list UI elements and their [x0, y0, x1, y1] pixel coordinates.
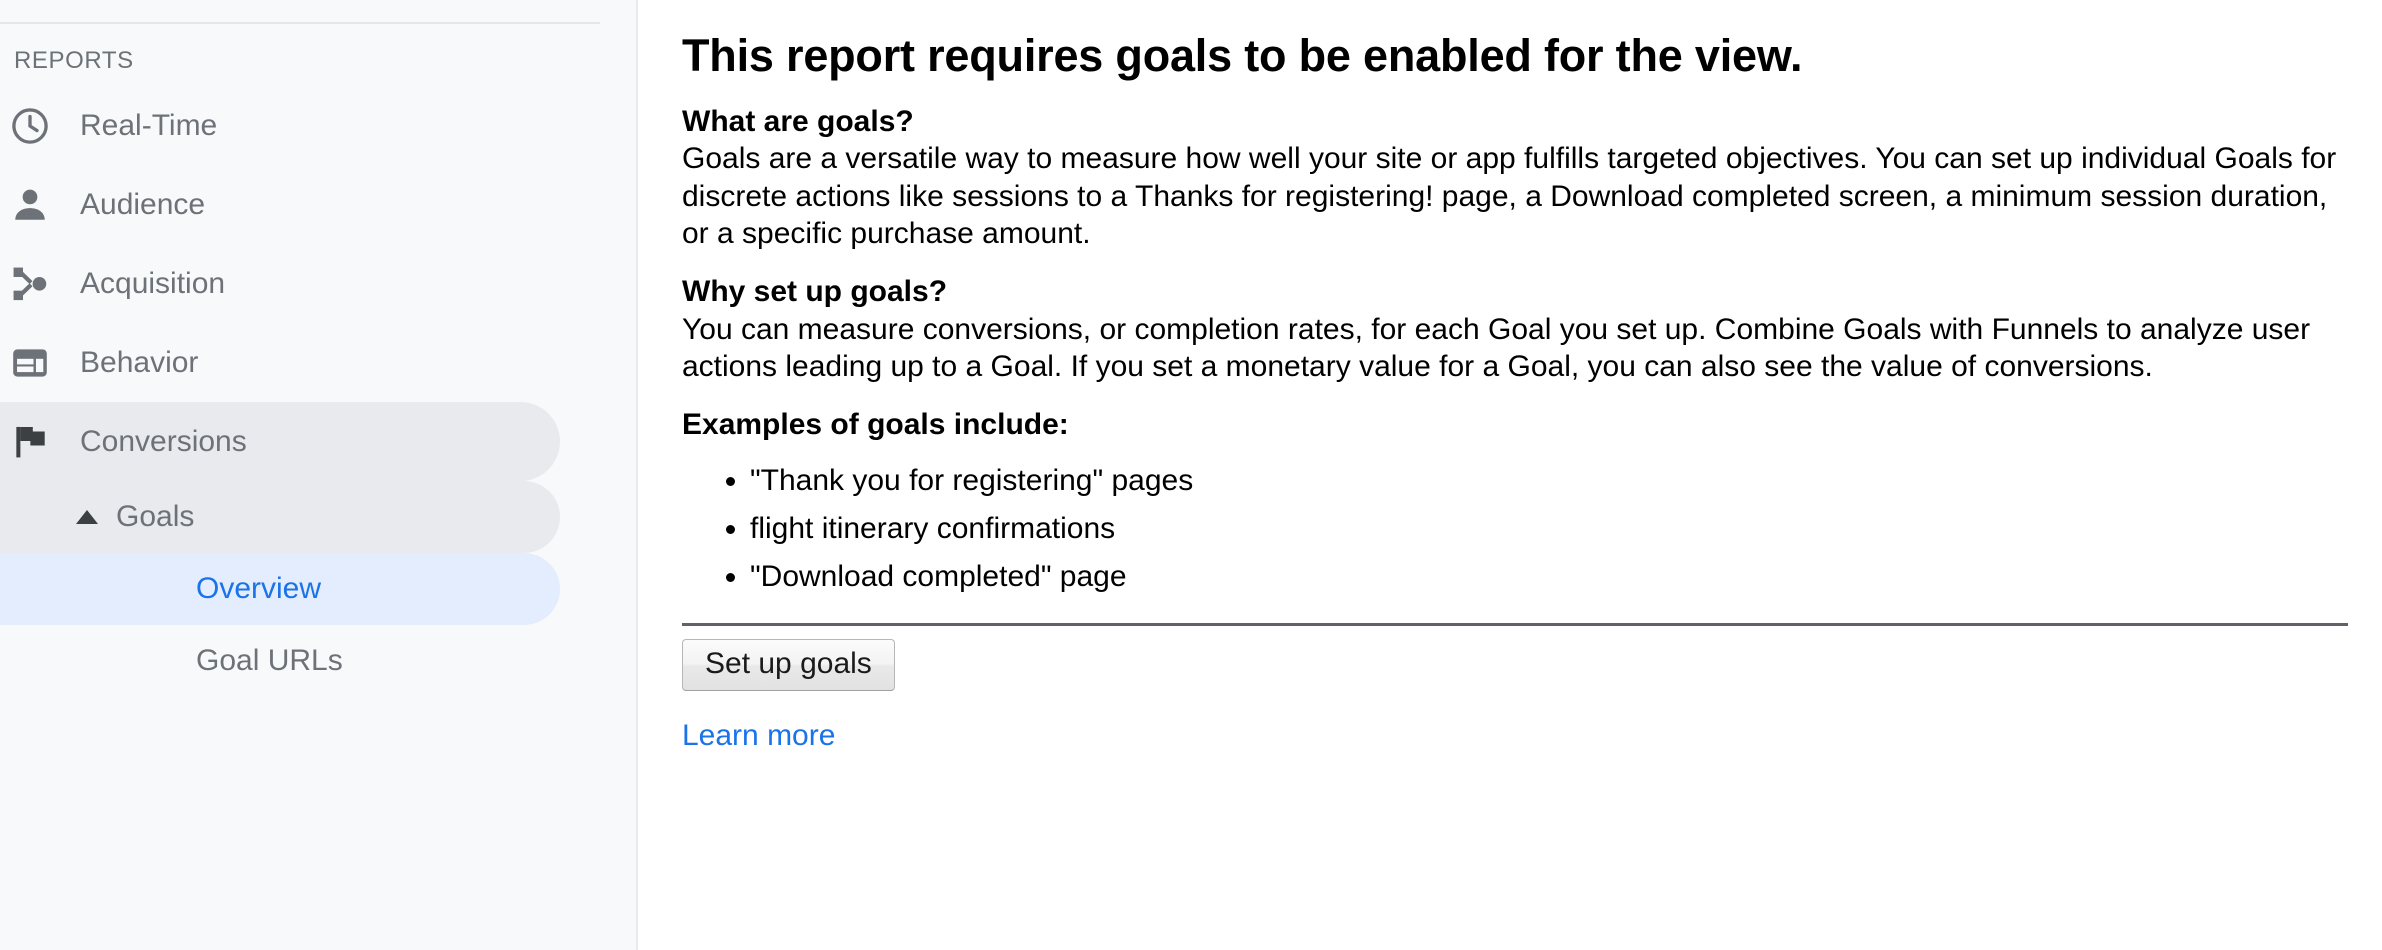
section-heading-why-set-up-goals: Why set up goals?	[682, 274, 948, 308]
section-heading-what-are-goals: What are goals?	[682, 104, 914, 138]
list-item: "Download completed" page	[750, 553, 2348, 601]
sidebar-item-audience[interactable]: Audience	[0, 165, 560, 244]
action-row: Set up goals	[682, 639, 2348, 691]
sidebar-item-label: Overview	[196, 572, 322, 605]
examples-list: "Thank you for registering" pages flight…	[682, 457, 2348, 601]
set-up-goals-button[interactable]: Set up goals	[682, 639, 895, 691]
list-item: "Thank you for registering" pages	[750, 457, 2348, 505]
behavior-icon	[8, 341, 52, 385]
page-title: This report requires goals to be enabled…	[682, 30, 1803, 81]
sidebar: REPORTS Real-Time Audience Acquisition B…	[0, 0, 638, 950]
section-body-why-set-up-goals: You can measure conversions, or completi…	[682, 312, 2311, 383]
sidebar-item-conversions[interactable]: Conversions	[0, 402, 560, 481]
sidebar-item-goal-urls[interactable]: Goal URLs	[0, 625, 560, 697]
sidebar-item-goals[interactable]: Goals	[0, 481, 560, 553]
sidebar-item-label: Goal URLs	[196, 644, 343, 677]
sidebar-item-acquisition[interactable]: Acquisition	[0, 244, 560, 323]
main-content: This report requires goals to be enabled…	[638, 0, 2382, 950]
sidebar-item-label: Conversions	[80, 424, 247, 458]
sidebar-item-label: Behavior	[80, 345, 199, 379]
acquisition-icon	[8, 262, 52, 306]
flag-icon	[8, 420, 52, 464]
sidebar-item-label: Goals	[116, 500, 195, 533]
sidebar-item-behavior[interactable]: Behavior	[0, 323, 560, 402]
clock-icon	[8, 104, 52, 148]
sidebar-item-real-time[interactable]: Real-Time	[0, 86, 560, 165]
sidebar-item-label: Acquisition	[80, 266, 226, 300]
learn-more-link[interactable]: Learn more	[682, 719, 835, 753]
section-heading-examples: Examples of goals include:	[682, 407, 1069, 441]
caret-up-icon[interactable]	[0, 510, 116, 524]
person-icon	[8, 183, 52, 227]
sidebar-item-overview[interactable]: Overview	[0, 553, 560, 625]
section-body-what-are-goals: Goals are a versatile way to measure how…	[682, 142, 2337, 250]
sidebar-nav: Real-Time Audience Acquisition Behavior …	[0, 86, 636, 697]
list-item: flight itinerary confirmations	[750, 505, 2348, 553]
sidebar-item-label: Audience	[80, 187, 206, 221]
horizontal-divider	[682, 623, 2348, 627]
app-root: REPORTS Real-Time Audience Acquisition B…	[0, 0, 2382, 950]
sidebar-item-label: Real-Time	[80, 108, 218, 142]
sidebar-top-divider	[0, 22, 600, 24]
sidebar-section-label: REPORTS	[14, 47, 134, 74]
